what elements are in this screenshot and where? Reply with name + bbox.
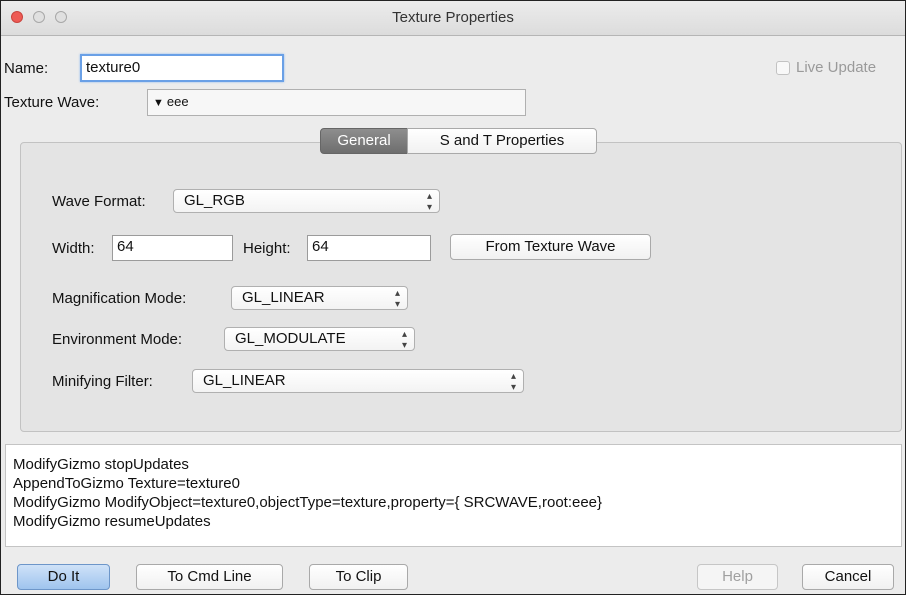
magnification-mode-value: GL_LINEAR	[242, 289, 325, 306]
height-label: Height:	[243, 240, 291, 257]
name-field[interactable]: texture0	[80, 54, 284, 82]
magnification-mode-label: Magnification Mode:	[52, 290, 187, 307]
to-cmd-line-button[interactable]: To Cmd Line	[136, 564, 283, 590]
wave-format-label: Wave Format:	[52, 193, 146, 210]
tab-s-and-t-properties[interactable]: S and T Properties	[407, 128, 597, 154]
minifying-filter-label: Minifying Filter:	[52, 373, 153, 390]
command-text-area[interactable]: ModifyGizmo stopUpdates AppendToGizmo Te…	[5, 444, 902, 547]
updown-arrows-icon: ▴ ▾	[401, 329, 407, 351]
environment-mode-value: GL_MODULATE	[235, 330, 346, 347]
triangle-down-icon: ▼	[153, 97, 164, 109]
do-it-button[interactable]: Do It	[17, 564, 110, 590]
updown-arrows-icon: ▴ ▾	[394, 288, 400, 310]
to-clip-button[interactable]: To Clip	[309, 564, 408, 590]
height-field[interactable]: 64	[307, 235, 431, 261]
command-line: ModifyGizmo stopUpdates	[13, 456, 189, 473]
environment-mode-popup[interactable]: GL_MODULATE ▴ ▾	[224, 327, 415, 351]
width-field[interactable]: 64	[112, 235, 233, 261]
environment-mode-label: Environment Mode:	[52, 331, 183, 348]
texture-wave-value: eee	[166, 94, 189, 109]
updown-arrows-icon: ▴ ▾	[510, 371, 516, 393]
width-label: Width:	[52, 240, 95, 257]
from-texture-wave-button[interactable]: From Texture Wave	[450, 234, 651, 260]
minifying-filter-value: GL_LINEAR	[203, 372, 286, 389]
live-update-checkbox[interactable]	[776, 61, 790, 75]
wave-format-value: GL_RGB	[184, 192, 245, 209]
updown-arrows-icon: ▴ ▾	[426, 191, 432, 213]
cancel-button[interactable]: Cancel	[802, 564, 894, 590]
command-line: AppendToGizmo Texture=texture0	[13, 475, 240, 492]
magnification-mode-popup[interactable]: GL_LINEAR ▴ ▾	[231, 286, 408, 310]
window-title: Texture Properties	[392, 9, 514, 26]
command-line: ModifyGizmo resumeUpdates	[13, 513, 211, 530]
minifying-filter-popup[interactable]: GL_LINEAR ▴ ▾	[192, 369, 524, 393]
help-button[interactable]: Help	[697, 564, 778, 590]
live-update-label: Live Update	[796, 59, 877, 76]
name-label: Name:	[4, 60, 49, 77]
wave-format-popup[interactable]: GL_RGB ▴ ▾	[173, 189, 440, 213]
texture-wave-selector[interactable]: ▼ eee	[147, 89, 526, 116]
command-line: ModifyGizmo ModifyObject=texture0,object…	[13, 494, 603, 511]
tab-general[interactable]: General	[320, 128, 408, 154]
texture-wave-label: Texture Wave:	[4, 94, 100, 111]
